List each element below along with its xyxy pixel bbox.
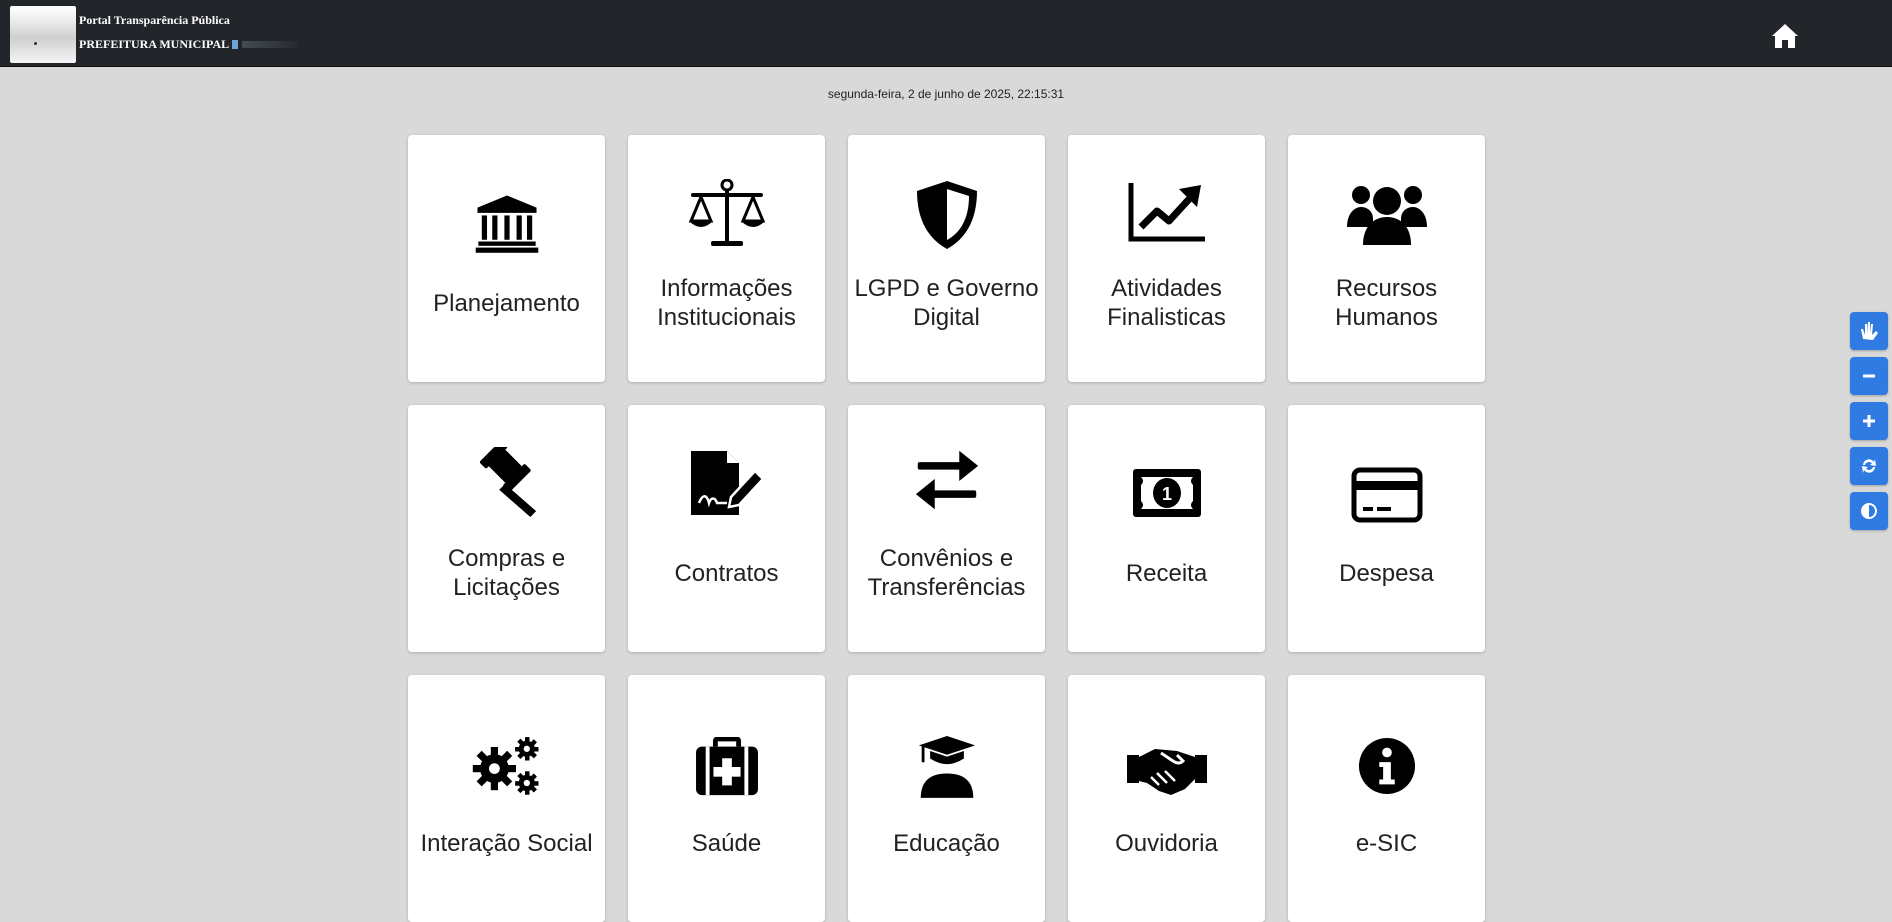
credit-card-icon <box>1351 467 1422 523</box>
card-contratos[interactable]: Contratos <box>628 405 825 652</box>
font-increase-button[interactable] <box>1850 402 1888 440</box>
card-planejamento[interactable]: Planejamento <box>408 135 605 382</box>
card-label: Educação <box>893 829 1000 857</box>
card-label: Saúde <box>691 829 762 857</box>
card-label: LGPD e Governo Digital <box>854 275 1039 331</box>
card-label: Despesa <box>1339 559 1434 587</box>
info-circle-icon <box>1358 737 1415 795</box>
reset-icon <box>1862 459 1876 473</box>
current-datetime: segunda-feira, 2 de junho de 2025, 22:15… <box>827 87 1065 101</box>
chart-line-icon <box>1128 183 1205 242</box>
font-decrease-button[interactable] <box>1850 357 1888 395</box>
handshake-icon <box>1126 749 1207 795</box>
blurred-name <box>242 41 299 48</box>
card-label: Interação Social <box>420 829 593 857</box>
top-navbar: Portal Transparência Pública PREFEITURA … <box>0 0 1892 67</box>
card-informacoes-institucionais[interactable]: Informações Institucionais <box>628 135 825 382</box>
exchange-arrows-icon <box>915 450 978 510</box>
card-label: Compras e Licitações <box>447 545 566 601</box>
svg-text:1: 1 <box>1161 484 1171 504</box>
font-decrease-icon <box>1863 374 1875 378</box>
contrast-icon <box>1861 503 1877 519</box>
users-icon <box>1346 186 1427 245</box>
medkit-icon <box>695 737 758 796</box>
cogs-icon <box>472 737 538 795</box>
card-atividades-finalisticas[interactable]: Atividades Finalisticas <box>1068 135 1265 382</box>
card-saude[interactable]: Saúde <box>628 675 825 922</box>
card-compras-licitacoes[interactable]: Compras e Licitações <box>408 405 605 652</box>
card-convenios-transferencias[interactable]: Convênios e Transferências <box>848 405 1045 652</box>
card-label: Receita <box>1125 559 1208 587</box>
municipality-name-text: PREFEITURA MUNICIPAL <box>79 37 230 51</box>
municipality-name: PREFEITURA MUNICIPAL <box>79 37 299 52</box>
sign-language-button[interactable] <box>1850 312 1888 350</box>
card-educacao[interactable]: Educação <box>848 675 1045 922</box>
bank-icon <box>475 195 538 253</box>
card-receita[interactable]: 1 Receita <box>1068 405 1265 652</box>
card-interacao-social[interactable]: Interação Social <box>408 675 605 922</box>
sign-language-icon <box>1861 322 1878 340</box>
card-label: Convênios e Transferências <box>867 545 1026 601</box>
card-label: Atividades Finalisticas <box>1107 275 1226 331</box>
card-label: Planejamento <box>433 289 580 317</box>
contrast-button[interactable] <box>1850 492 1888 530</box>
card-despesa[interactable]: Despesa <box>1288 405 1485 652</box>
card-label: Recursos Humanos <box>1335 275 1438 331</box>
municipal-logo[interactable] <box>10 6 76 63</box>
graduate-icon <box>918 736 975 798</box>
reset-button[interactable] <box>1850 447 1888 485</box>
card-label: e-SIC <box>1355 829 1418 857</box>
gavel-icon <box>479 447 536 517</box>
scale-icon <box>688 179 765 246</box>
portal-title: Portal Transparência Pública <box>79 13 230 27</box>
card-e-sic[interactable]: e-SIC <box>1288 675 1485 922</box>
home-button[interactable] <box>1770 22 1800 50</box>
file-signature-icon <box>690 451 765 515</box>
card-recursos-humanos[interactable]: Recursos Humanos <box>1288 135 1485 382</box>
flag-icon <box>232 40 239 49</box>
font-increase-icon <box>1863 415 1875 427</box>
shield-icon <box>916 181 977 249</box>
card-ouvidoria[interactable]: Ouvidoria <box>1068 675 1265 922</box>
money-bill-icon: 1 <box>1132 469 1201 517</box>
home-icon <box>1772 24 1798 48</box>
card-lgpd-governo-digital[interactable]: LGPD e Governo Digital <box>848 135 1045 382</box>
card-label: Informações Institucionais <box>657 275 796 331</box>
card-label: Ouvidoria <box>1115 829 1218 857</box>
card-label: Contratos <box>674 559 779 587</box>
